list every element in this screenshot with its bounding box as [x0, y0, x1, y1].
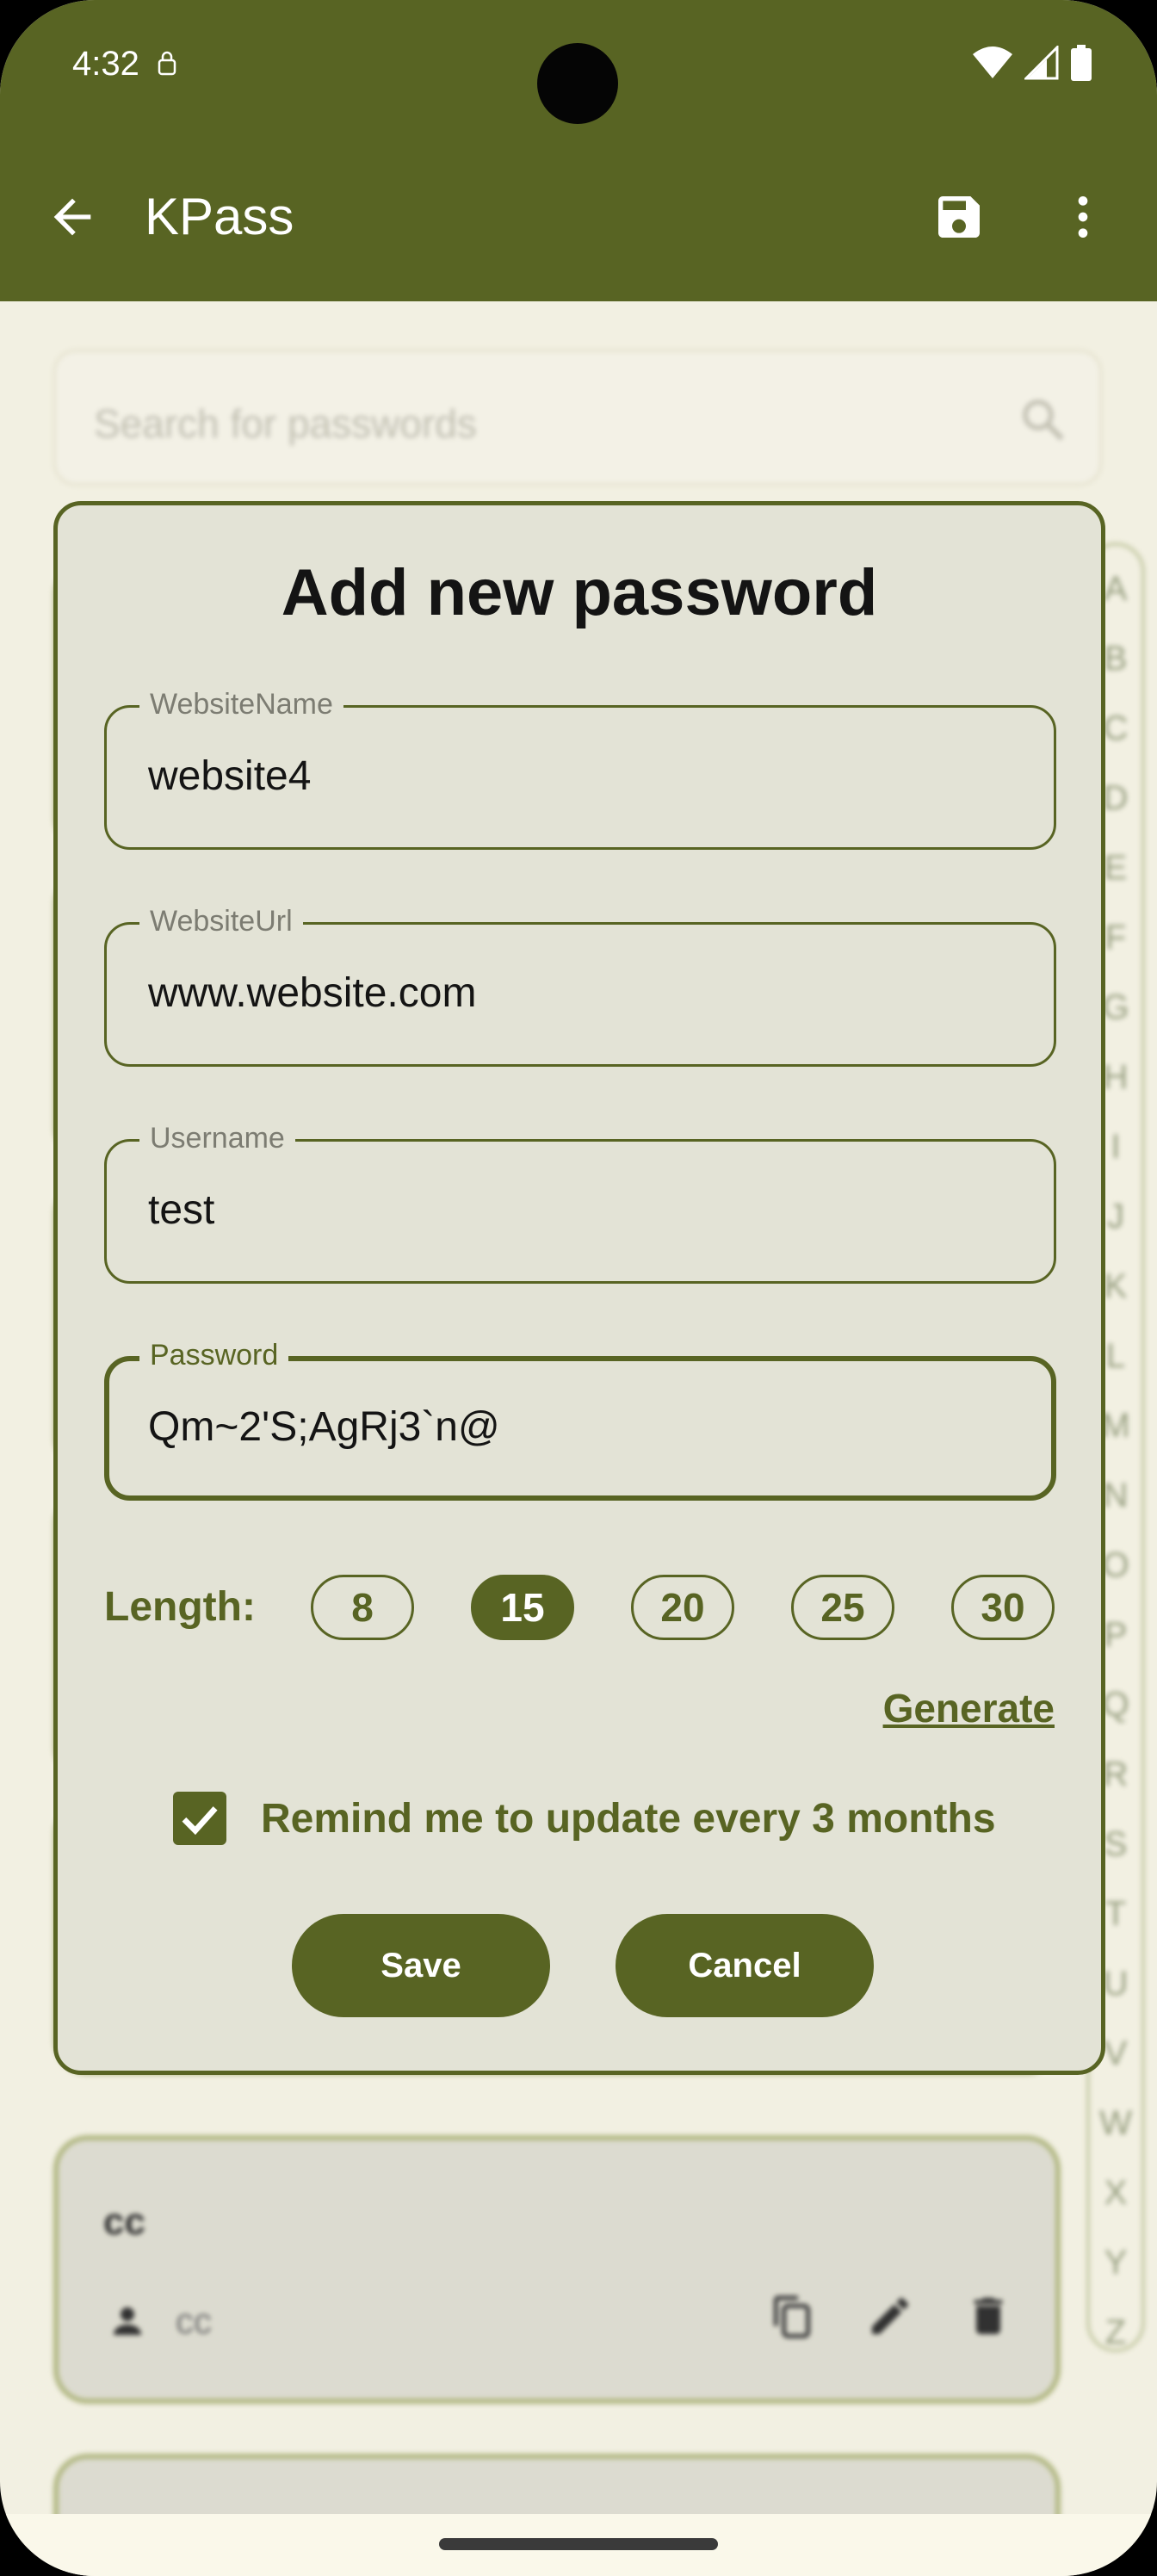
wifi-icon [973, 46, 1012, 78]
cancel-button[interactable]: Cancel [616, 1914, 874, 2017]
save-icon[interactable] [931, 189, 987, 245]
dialog-title: Add new password [281, 556, 878, 629]
lock-icon [158, 51, 176, 76]
website-url-field[interactable]: WebsiteUrl www.website.com [104, 904, 1056, 1067]
generate-button[interactable]: Generate [883, 1685, 1055, 1731]
length-label: Length: [104, 1584, 256, 1630]
website-url-label: WebsiteUrl [139, 904, 303, 938]
app-title: KPass [145, 188, 294, 245]
screen: 4:32 KPass Search for passwords A B C D … [0, 0, 1157, 2576]
length-chip-25[interactable]: 25 [791, 1575, 894, 1640]
battery-icon [1071, 45, 1092, 81]
website-name-label: WebsiteName [139, 687, 343, 721]
password-field[interactable]: Password Qm~2'S;AgRj3`n@ [104, 1338, 1056, 1501]
website-url-value[interactable]: www.website.com [148, 968, 476, 1019]
save-button[interactable]: Save [292, 1914, 550, 2017]
length-selector: Length: 8 15 20 25 30 [104, 1575, 1056, 1644]
status-time: 4:32 [72, 45, 139, 83]
length-chip-15[interactable]: 15 [471, 1575, 574, 1640]
username-field[interactable]: Username test [104, 1121, 1056, 1284]
length-chip-20[interactable]: 20 [631, 1575, 734, 1640]
username-value[interactable]: test [148, 1185, 214, 1236]
length-chip-30[interactable]: 30 [951, 1575, 1055, 1640]
length-chip-8[interactable]: 8 [311, 1575, 414, 1640]
checkmark-icon [182, 1806, 218, 1836]
front-camera [537, 43, 618, 124]
username-label: Username [139, 1121, 295, 1155]
password-value[interactable]: Qm~2'S;AgRj3`n@ [148, 1402, 500, 1453]
home-indicator[interactable] [439, 2538, 718, 2550]
remind-checkbox[interactable] [173, 1792, 226, 1845]
remind-label[interactable]: Remind me to update every 3 months [261, 1795, 996, 1842]
more-vert-icon[interactable] [1055, 189, 1111, 245]
add-password-dialog: Add new password WebsiteName website4 We… [53, 501, 1105, 2075]
signal-icon [1024, 46, 1059, 80]
app-bar: 4:32 KPass [0, 0, 1157, 301]
back-arrow-icon[interactable] [45, 189, 100, 245]
password-label: Password [139, 1338, 289, 1372]
website-name-value[interactable]: website4 [148, 751, 311, 802]
website-name-field[interactable]: WebsiteName website4 [104, 687, 1056, 850]
status-icons [973, 45, 1092, 81]
